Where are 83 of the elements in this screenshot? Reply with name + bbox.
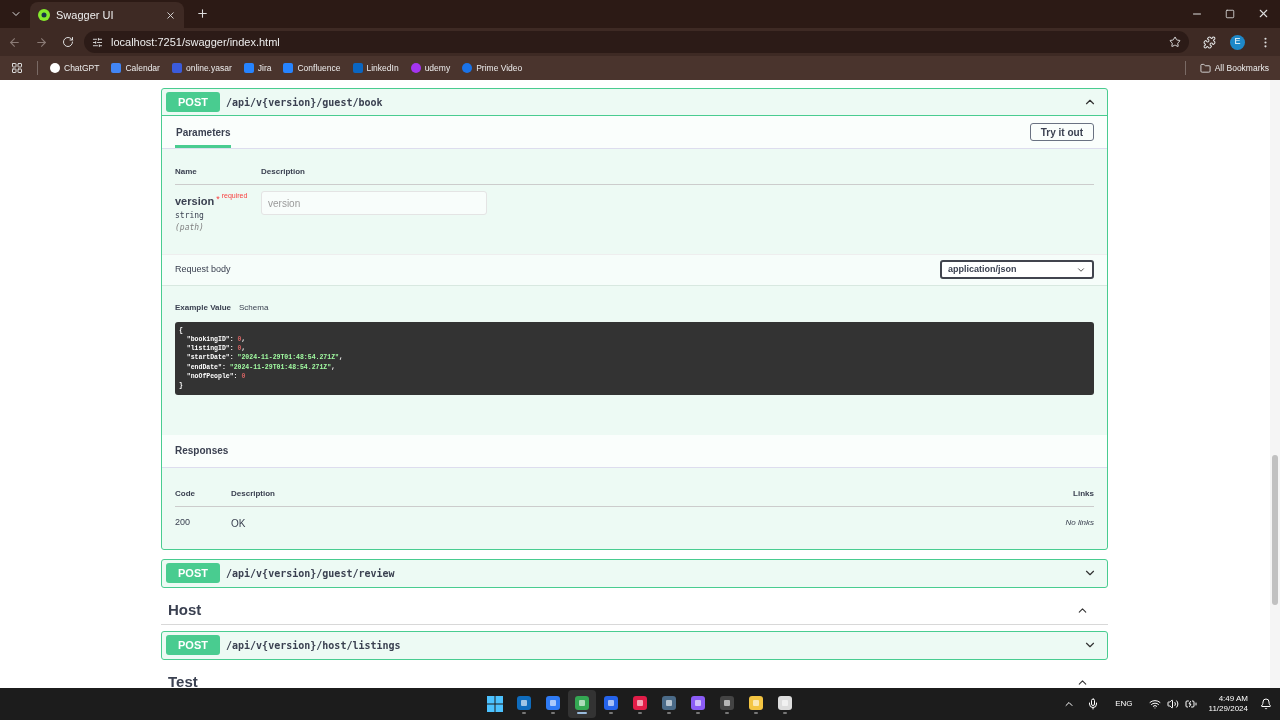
app-icon: [777, 694, 793, 711]
bookmark-favicon-icon: [352, 63, 363, 73]
section-heading[interactable]: Test: [168, 670, 1076, 688]
endpoint-path: /api/v{version}/guest/review: [226, 566, 395, 581]
restore-icon[interactable]: [1225, 9, 1235, 19]
response-links: No links: [1065, 517, 1094, 529]
operation-header[interactable]: POST /api/v{version}/host/listings: [162, 631, 1107, 659]
bookmark-star-icon[interactable]: [1169, 36, 1181, 48]
bookmark-item[interactable]: Prime Video: [462, 61, 523, 75]
column-header: Name: [175, 166, 198, 178]
wifi-icon[interactable]: [1148, 698, 1161, 710]
parameter-input-field[interactable]: version: [261, 191, 487, 215]
try-it-out-button[interactable]: Try it out: [1029, 123, 1094, 141]
parameter-type: string: [175, 209, 205, 222]
swagger-logo-icon: [38, 9, 50, 21]
response-description: OK: [231, 516, 247, 531]
bookmark-favicon-icon: [171, 63, 182, 73]
microphone-icon[interactable]: [1087, 698, 1100, 710]
back-icon[interactable]: [8, 35, 21, 49]
start-icon[interactable]: [487, 696, 503, 712]
extensions-icon[interactable]: [1203, 35, 1216, 49]
profile-avatar[interactable]: E: [1230, 34, 1245, 50]
forward-icon[interactable]: [35, 35, 48, 49]
reload-icon[interactable]: [62, 36, 74, 48]
method-badge: POST: [166, 92, 220, 112]
app-icon: [690, 694, 706, 711]
notifications-icon[interactable]: [1260, 698, 1272, 710]
required-asterisk-label: *: [216, 193, 220, 206]
app-icon: [574, 694, 590, 711]
parameter-location: (path): [175, 221, 205, 234]
app-icon: [603, 694, 619, 711]
browser-tab[interactable]: Swagger UI: [30, 2, 184, 28]
scrollbar-thumb[interactable]: [1272, 455, 1278, 605]
bookmark-item[interactable]: udemy: [410, 61, 451, 75]
close-icon[interactable]: [1257, 7, 1270, 20]
bookmark-item[interactable]: LinkedIn: [352, 61, 399, 75]
battery-icon[interactable]: [1184, 698, 1197, 710]
bookmark-item[interactable]: Confluence: [283, 61, 341, 75]
app-icon: [632, 694, 648, 711]
close-tab-icon[interactable]: [165, 9, 176, 21]
volume-icon[interactable]: [1166, 698, 1179, 710]
bookmark-item[interactable]: Calendar: [111, 61, 160, 75]
column-header: Description: [261, 166, 305, 178]
response-code: 200: [175, 516, 192, 530]
apps-icon[interactable]: [11, 62, 23, 74]
clock[interactable]: 4:49 AM 11/29/2024: [1208, 694, 1248, 714]
section-heading[interactable]: Host: [168, 598, 1076, 622]
responses-heading: Responses: [175, 444, 229, 458]
method-badge: POST: [166, 635, 220, 655]
endpoint-path: /api/v{version}/host/listings: [226, 638, 401, 653]
app-icon: [719, 694, 735, 711]
app-icon: [516, 694, 532, 711]
example-tab[interactable]: Schema: [239, 301, 269, 314]
parameters-tab[interactable]: Parameters: [175, 116, 232, 148]
content-type-select[interactable]: application/json: [940, 260, 1094, 279]
all-bookmarks-button[interactable]: All Bookmarks: [1199, 61, 1269, 75]
bookmark-item[interactable]: Jira: [243, 61, 272, 75]
bookmark-favicon-icon: [243, 63, 254, 73]
bookmark-favicon-icon: [462, 63, 473, 73]
column-header: Code: [175, 487, 196, 500]
folder-icon: [1199, 62, 1211, 74]
bookmark-favicon-icon: [283, 63, 294, 73]
app-icon: [545, 694, 561, 711]
bookmark-item[interactable]: online.yasar: [171, 61, 232, 75]
request-body-label: Request body: [175, 262, 231, 276]
bookmark-favicon-icon: [410, 63, 421, 73]
endpoint-path: /api/v{version}/guest/book: [226, 95, 383, 110]
operation-header[interactable]: POST /api/v{version}/guest/review: [162, 559, 1107, 587]
language-indicator[interactable]: ENG: [1115, 698, 1133, 710]
address-bar[interactable]: localhost:7251/swagger/index.html: [84, 31, 1189, 53]
method-badge: POST: [166, 563, 220, 583]
new-tab-icon[interactable]: [196, 7, 209, 20]
app-icon: [748, 694, 764, 711]
bookmark-favicon-icon: [111, 63, 122, 73]
parameter-name: version: [175, 194, 215, 209]
column-header: Description: [231, 487, 276, 500]
app-icon: [661, 694, 677, 711]
bookmark-favicon-icon: [50, 63, 60, 73]
bookmark-item[interactable]: ChatGPT: [50, 61, 100, 75]
site-info-icon[interactable]: [92, 36, 103, 48]
example-tab[interactable]: Example Value: [175, 301, 232, 314]
column-header: Links: [1073, 487, 1094, 500]
taskbar-app-button[interactable]: [568, 690, 596, 718]
